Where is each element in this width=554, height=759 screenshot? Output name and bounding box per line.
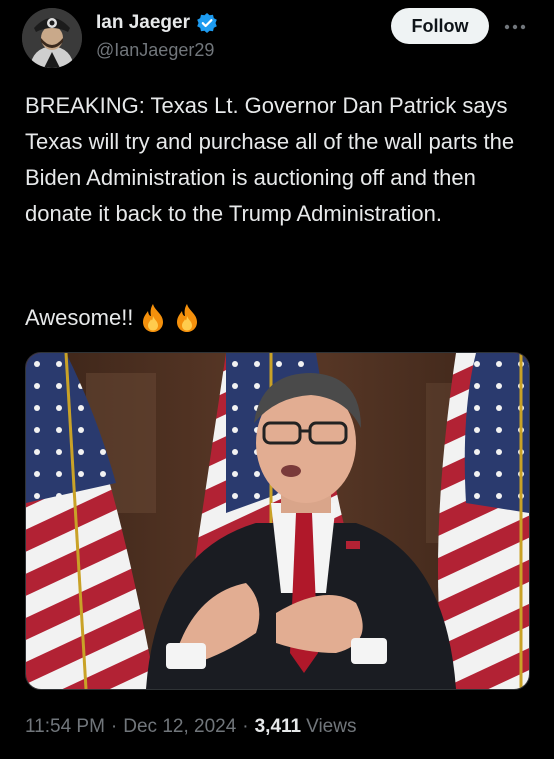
avatar-pirate-helmet-icon (22, 8, 82, 68)
more-options-icon (504, 24, 526, 30)
tweet-second-line: Awesome!! (25, 300, 201, 336)
tweet-meta: 11:54 PM · Dec 12, 2024 · 3,411 Views (25, 712, 356, 742)
author-name-row[interactable]: Ian Jaeger (96, 10, 218, 36)
meta-separator: · (110, 716, 118, 737)
author-handle[interactable]: @IanJaeger29 (96, 40, 214, 61)
more-options-button[interactable] (500, 12, 530, 42)
views-label: Views (306, 716, 357, 737)
fire-emoji-icon (143, 304, 164, 332)
tweet-text: BREAKING: Texas Lt. Governor Dan Patrick… (25, 93, 521, 226)
tweet-time[interactable]: 11:54 PM (25, 716, 105, 738)
follow-button[interactable]: Follow (391, 8, 489, 44)
photo-man-speaking-with-american-flags (26, 353, 529, 689)
author-display-name[interactable]: Ian Jaeger (96, 12, 190, 34)
tweet-second-line-text: Awesome!! (25, 305, 134, 330)
tweet-date[interactable]: Dec 12, 2024 (123, 716, 236, 738)
tweet-media-photo[interactable] (25, 352, 530, 690)
avatar[interactable] (22, 8, 82, 68)
verified-badge-icon (197, 13, 217, 33)
fire-emoji-icon (177, 304, 198, 332)
views-count: 3,411 (254, 716, 302, 737)
meta-separator: · (242, 716, 249, 737)
